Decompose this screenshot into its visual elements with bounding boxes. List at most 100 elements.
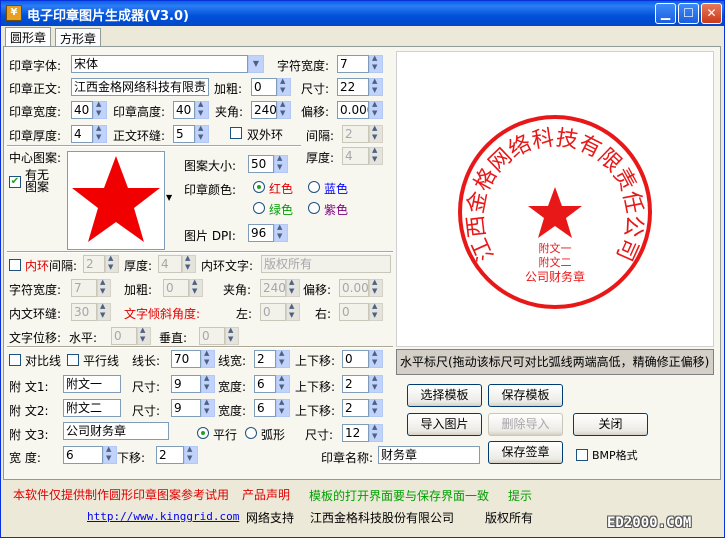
bold-spinner[interactable] [277,77,291,96]
dpi-spinner[interactable] [274,223,288,242]
angle-spinner[interactable] [277,100,291,119]
height-spinner[interactable] [195,100,209,119]
color-blue-radio[interactable] [308,181,320,193]
outer-thick-input[interactable]: 4 [342,147,369,165]
font-select[interactable]: 宋体 [71,55,248,73]
bmp-format-checkbox[interactable] [576,449,588,461]
select-template-button[interactable]: 选择模板 [407,384,482,407]
line-ud-input[interactable]: 0 [342,350,369,368]
size-spinner[interactable] [369,77,383,96]
attach1-width-spinner[interactable] [276,374,290,393]
inner-bold-input[interactable]: 0 [163,279,189,297]
inner-bold-spinner[interactable] [189,278,203,297]
attach2-size-input[interactable]: 9 [171,399,201,417]
size-input[interactable]: 22 [337,78,369,96]
save-template-button[interactable]: 保存模板 [488,384,563,407]
inner-gap-spinner[interactable] [105,254,119,273]
attach2-ud-input[interactable]: 2 [342,399,369,417]
inner-char-width-spinner[interactable] [97,278,111,297]
product-statement-link[interactable]: 产品声明 [242,486,290,503]
tilt-left-input[interactable]: 0 [260,303,286,321]
inner-angle-spinner[interactable] [286,278,300,297]
attach1-input[interactable]: 附文一 [63,375,121,393]
line-length-input[interactable]: 70 [171,350,201,368]
inner-thick-spinner[interactable] [182,254,196,273]
arc-radio[interactable] [245,427,257,439]
double-ring-checkbox[interactable] [230,127,242,139]
tip-link[interactable]: 提示 [508,487,532,504]
height-input[interactable]: 40 [173,101,195,119]
attach-down-input[interactable]: 2 [156,446,184,464]
dpi-input[interactable]: 96 [248,224,274,242]
inner-offset-input[interactable]: 0.000 [339,279,369,297]
compare-line-checkbox[interactable] [9,354,21,366]
parallel-line-checkbox[interactable] [67,354,79,366]
line-ud-spinner[interactable] [369,349,383,368]
inner-char-width-input[interactable]: 7 [71,279,97,297]
maximize-button[interactable]: ☐ [678,3,699,24]
delete-import-button[interactable]: 删除导入 [488,413,563,436]
inner-angle-input[interactable]: 240 [260,279,286,297]
shift-v-input[interactable]: 0 [199,327,225,345]
seal-name-input[interactable]: 财务章 [378,446,480,464]
width-input[interactable]: 40 [71,101,93,119]
offset-spinner[interactable] [369,100,383,119]
tab-round-seal[interactable]: 圆形章 [5,27,52,47]
color-green-radio[interactable] [253,202,265,214]
color-purple-radio[interactable] [308,202,320,214]
tab-square-seal[interactable]: 方形章 [55,28,102,46]
inner-offset-spinner[interactable] [369,278,383,297]
attach-width-input[interactable]: 6 [63,446,103,464]
attach2-input[interactable]: 附文二 [63,399,121,417]
chevron-down-icon[interactable]: ▼ [166,193,172,202]
angle-input[interactable]: 240 [251,101,277,119]
line-length-spinner[interactable] [201,349,215,368]
attach1-ud-spinner[interactable] [369,374,383,393]
char-width-spinner[interactable] [369,54,383,73]
title-bar[interactable]: ¥ 电子印章图片生成器(V3.0) ▁ ☐ ✕ [1,1,724,26]
outer-thick-spinner[interactable] [369,146,383,165]
attach1-size-spinner[interactable] [201,374,215,393]
attach1-width-input[interactable]: 6 [254,375,276,393]
attach2-width-input[interactable]: 6 [254,399,276,417]
offset-input[interactable]: 0.000 [337,101,369,119]
center-pattern-image[interactable] [67,151,165,250]
width-spinner[interactable] [93,100,107,119]
minimize-button[interactable]: ▁ [655,3,676,24]
attach2-size-spinner[interactable] [201,398,215,417]
thickness-spinner[interactable] [93,124,107,143]
gap-spinner[interactable] [369,124,383,143]
pattern-size-spinner[interactable] [274,154,288,173]
line-width-spinner[interactable] [276,349,290,368]
import-image-button[interactable]: 导入图片 [407,413,482,436]
thickness-input[interactable]: 4 [71,125,93,143]
ring-input[interactable]: 5 [173,125,195,143]
attach3-size-spinner[interactable] [369,423,383,442]
tilt-right-spinner[interactable] [369,302,383,321]
attach3-size-input[interactable]: 12 [342,424,369,442]
has-pattern-checkbox[interactable]: ✔ [9,176,21,188]
attach1-size-input[interactable]: 9 [171,375,201,393]
shift-v-spinner[interactable] [225,326,239,345]
tilt-left-spinner[interactable] [286,302,300,321]
shift-h-spinner[interactable] [137,326,151,345]
website-link[interactable]: http://www.kinggrid.com [87,510,239,523]
inner-ring-checkbox[interactable] [9,259,21,271]
bold-input[interactable]: 0 [251,78,277,96]
chevron-down-icon[interactable]: ▼ [248,55,264,73]
save-seal-button[interactable]: 保存签章 [488,441,563,464]
pattern-size-input[interactable]: 50 [248,155,274,173]
tilt-right-input[interactable]: 0 [339,303,369,321]
attach2-ud-spinner[interactable] [369,398,383,417]
attach3-input[interactable]: 公司财务章 [63,422,169,440]
color-red-radio[interactable] [253,181,265,193]
parallel-radio[interactable] [197,427,209,439]
close-button[interactable]: 关闭 [573,413,648,436]
attach-width-spinner[interactable] [103,445,117,464]
char-width-input[interactable]: 7 [337,55,369,73]
inner-ring-gap-spinner[interactable] [97,302,111,321]
gap-input[interactable]: 2 [342,125,369,143]
attach1-ud-input[interactable]: 2 [342,375,369,393]
inner-ring-gap-input[interactable]: 30 [71,303,97,321]
close-window-button[interactable]: ✕ [701,3,722,24]
